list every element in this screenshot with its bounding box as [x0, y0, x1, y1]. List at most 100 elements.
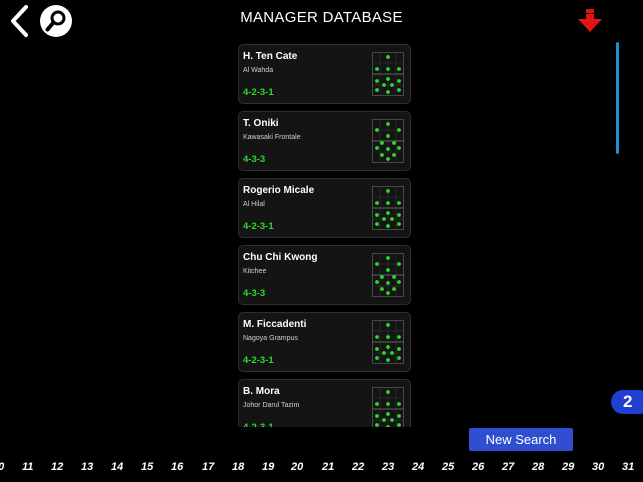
player-dot — [375, 201, 379, 205]
player-dot — [397, 356, 401, 360]
player-dot — [375, 356, 379, 360]
day-number-strip[interactable]: 10 11 12 13 14 15 16 17 18 19 20 21 22 2… — [0, 461, 643, 477]
player-dot — [375, 128, 379, 132]
player-dot — [386, 268, 390, 272]
player-dot — [375, 402, 379, 406]
player-dot — [375, 79, 379, 83]
player-dot — [380, 287, 384, 291]
manager-club: Al Hilal — [243, 201, 265, 208]
formation-diagram — [372, 320, 404, 364]
player-dot — [382, 83, 386, 87]
manager-formation: 4-2-3-1 — [243, 221, 274, 232]
manager-card[interactable]: Chu Chi Kwong Kitchee 4-3-3 — [238, 245, 411, 305]
player-dot — [382, 418, 386, 422]
player-dot — [375, 335, 379, 339]
manager-name: T. Oniki — [243, 118, 279, 129]
player-dot — [392, 287, 396, 291]
day-number[interactable]: 25 — [442, 461, 454, 473]
player-dot — [397, 280, 401, 284]
page-number: 2 — [623, 392, 633, 411]
player-dot — [390, 217, 394, 221]
player-dot — [386, 77, 390, 81]
player-dot — [386, 134, 390, 138]
manager-formation: 4-3-3 — [243, 288, 266, 299]
player-dot — [375, 146, 379, 150]
player-dot — [375, 262, 379, 266]
day-number[interactable]: 21 — [322, 461, 334, 473]
player-dot — [390, 351, 394, 355]
player-dot — [386, 323, 390, 327]
scroll-down-button[interactable] — [577, 9, 603, 33]
day-number[interactable]: 27 — [502, 461, 514, 473]
player-dot — [375, 280, 379, 284]
manager-card[interactable]: B. Mora Johor Darul Tazim 4-2-3-1 — [238, 379, 411, 427]
player-dot — [392, 275, 396, 279]
player-dot — [386, 55, 390, 59]
day-number[interactable]: 16 — [171, 461, 183, 473]
manager-name: M. Ficcadenti — [243, 319, 307, 330]
player-dot — [375, 88, 379, 92]
day-number[interactable]: 15 — [141, 461, 153, 473]
manager-card[interactable]: M. Ficcadenti Nagoya Grampus 4-2-3-1 — [238, 312, 411, 372]
scroll-indicator[interactable] — [616, 42, 619, 154]
day-number[interactable]: 29 — [562, 461, 574, 473]
day-number[interactable]: 13 — [81, 461, 93, 473]
page-number-badge[interactable]: 2 — [611, 390, 643, 414]
player-dot — [386, 189, 390, 193]
player-dot — [397, 423, 401, 427]
manager-name: B. Mora — [243, 386, 280, 397]
day-number[interactable]: 30 — [592, 461, 604, 473]
day-number[interactable]: 14 — [111, 461, 123, 473]
day-number[interactable]: 22 — [352, 461, 364, 473]
player-dot — [397, 335, 401, 339]
player-dot — [392, 141, 396, 145]
new-search-button[interactable]: New Search — [469, 428, 573, 451]
player-dot — [390, 418, 394, 422]
player-dot — [380, 153, 384, 157]
day-number[interactable]: 24 — [412, 461, 424, 473]
manager-card[interactable]: Rogerio Micale Al Hilal 4-2-3-1 — [238, 178, 411, 238]
player-dot — [382, 351, 386, 355]
day-number[interactable]: 26 — [472, 461, 484, 473]
player-dot — [386, 211, 390, 215]
player-dot — [386, 425, 390, 427]
player-dot — [386, 358, 390, 362]
manager-formation: 4-2-3-1 — [243, 355, 274, 366]
day-number[interactable]: 23 — [382, 461, 394, 473]
day-number[interactable]: 19 — [262, 461, 274, 473]
player-dot — [397, 262, 401, 266]
player-dot — [386, 335, 390, 339]
player-dot — [397, 67, 401, 71]
player-dot — [386, 291, 390, 295]
player-dot — [386, 147, 390, 151]
manager-name: Chu Chi Kwong — [243, 252, 318, 263]
day-number[interactable]: 17 — [202, 461, 214, 473]
formation-diagram — [372, 186, 404, 230]
day-number[interactable]: 28 — [532, 461, 544, 473]
player-dot — [397, 414, 401, 418]
player-dot — [392, 153, 396, 157]
manager-formation: 4-2-3-1 — [243, 422, 274, 427]
player-dot — [397, 79, 401, 83]
player-dot — [386, 256, 390, 260]
red-down-arrow-icon — [578, 9, 602, 32]
player-dot — [397, 128, 401, 132]
manager-card[interactable]: T. Oniki Kawasaki Frontale 4-3-3 — [238, 111, 411, 171]
player-dot — [397, 88, 401, 92]
player-dot — [386, 90, 390, 94]
player-dot — [386, 224, 390, 228]
day-number[interactable]: 11 — [22, 461, 33, 473]
player-dot — [375, 213, 379, 217]
manager-card[interactable]: H. Ten Cate Al Wahda 4-2-3-1 — [238, 44, 411, 104]
manager-name: H. Ten Cate — [243, 51, 298, 62]
day-number[interactable]: 20 — [291, 461, 303, 473]
day-number[interactable]: 31 — [622, 461, 634, 473]
player-dot — [386, 390, 390, 394]
manager-formation: 4-3-3 — [243, 154, 266, 165]
day-number[interactable]: 18 — [232, 461, 244, 473]
day-number[interactable]: 10 — [0, 461, 4, 473]
formation-diagram — [372, 253, 404, 297]
manager-club: Nagoya Grampus — [243, 335, 298, 342]
day-number[interactable]: 12 — [51, 461, 63, 473]
manager-formation: 4-2-3-1 — [243, 87, 274, 98]
